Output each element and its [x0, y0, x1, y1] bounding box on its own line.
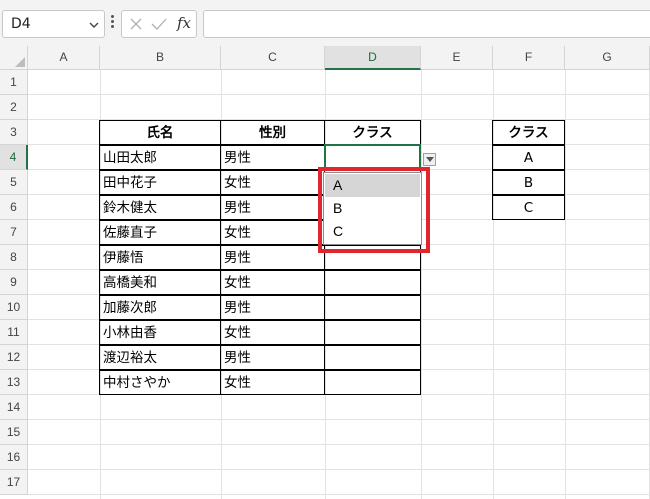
column-header-b[interactable]: B	[100, 46, 221, 70]
header-name[interactable]: 氏名	[99, 120, 221, 145]
row-header-17[interactable]: 17	[0, 470, 28, 495]
class-list-item[interactable]: A	[492, 145, 565, 170]
gender-cell[interactable]: 男性	[220, 195, 325, 220]
row-header-7[interactable]: 7	[0, 220, 28, 245]
row-header-12[interactable]: 12	[0, 345, 28, 370]
column-header-d[interactable]: D	[325, 46, 421, 70]
row-header-6[interactable]: 6	[0, 195, 28, 220]
name-cell[interactable]: 加藤次郎	[99, 295, 221, 320]
gender-cell[interactable]: 男性	[220, 145, 325, 170]
name-cell[interactable]: 田中花子	[99, 170, 221, 195]
cancel-icon[interactable]	[129, 17, 143, 31]
chevron-down-icon[interactable]	[88, 19, 100, 31]
column-header-e[interactable]: E	[421, 46, 493, 70]
class-cell[interactable]	[324, 320, 421, 345]
name-box-value: D4	[11, 16, 31, 32]
dropdown-arrow-button[interactable]	[423, 153, 436, 166]
red-highlight-box	[318, 167, 430, 253]
name-cell[interactable]: 中村さやか	[99, 370, 221, 395]
gender-cell[interactable]: 女性	[220, 320, 325, 345]
class-list-item[interactable]: C	[492, 195, 565, 220]
name-cell[interactable]: 伊藤悟	[99, 245, 221, 270]
header-class[interactable]: クラス	[324, 120, 421, 145]
gender-cell[interactable]: 女性	[220, 170, 325, 195]
class-list-item[interactable]: B	[492, 170, 565, 195]
column-header-g[interactable]: G	[565, 46, 650, 70]
row-header-5[interactable]: 5	[0, 170, 28, 195]
class-cell[interactable]	[324, 370, 421, 395]
more-options-icon[interactable]	[111, 13, 115, 33]
gender-cell[interactable]: 男性	[220, 345, 325, 370]
gender-cell[interactable]: 女性	[220, 220, 325, 245]
name-box[interactable]: D4	[2, 10, 105, 38]
row-header-3[interactable]: 3	[0, 120, 28, 145]
name-cell[interactable]: 小林由香	[99, 320, 221, 345]
column-header-a[interactable]: A	[28, 46, 100, 70]
gender-cell[interactable]: 男性	[220, 295, 325, 320]
check-icon[interactable]	[151, 17, 167, 31]
column-header-c[interactable]: C	[221, 46, 325, 70]
name-cell[interactable]: 山田太郎	[99, 145, 221, 170]
row-header-8[interactable]: 8	[0, 245, 28, 270]
class-cell[interactable]	[324, 345, 421, 370]
gender-cell[interactable]: 女性	[220, 370, 325, 395]
row-header-16[interactable]: 16	[0, 445, 28, 470]
select-all-triangle-icon	[15, 57, 25, 67]
name-cell[interactable]: 渡辺裕太	[99, 345, 221, 370]
select-all-button[interactable]	[0, 46, 28, 70]
name-cell[interactable]: 鈴木健太	[99, 195, 221, 220]
row-header-2[interactable]: 2	[0, 95, 28, 120]
class-cell[interactable]	[324, 270, 421, 295]
row-header-9[interactable]: 9	[0, 270, 28, 295]
header-gender[interactable]: 性別	[220, 120, 325, 145]
formula-input[interactable]	[203, 10, 650, 38]
row-header-4[interactable]: 4	[0, 145, 28, 170]
row-header-13[interactable]: 13	[0, 370, 28, 395]
row-header-1[interactable]: 1	[0, 70, 28, 95]
gender-cell[interactable]: 女性	[220, 270, 325, 295]
row-header-10[interactable]: 10	[0, 295, 28, 320]
class-list-header[interactable]: クラス	[492, 120, 565, 145]
formula-actions: fx	[121, 10, 197, 38]
insert-function-icon[interactable]: fx	[177, 14, 191, 32]
column-header-f[interactable]: F	[493, 46, 565, 70]
row-header-11[interactable]: 11	[0, 320, 28, 345]
row-header-14[interactable]: 14	[0, 395, 28, 420]
row-header-15[interactable]: 15	[0, 420, 28, 445]
gender-cell[interactable]: 男性	[220, 245, 325, 270]
name-cell[interactable]: 佐藤直子	[99, 220, 221, 245]
class-cell[interactable]	[324, 295, 421, 320]
name-cell[interactable]: 高橋美和	[99, 270, 221, 295]
formula-bar: D4 fx	[0, 0, 650, 46]
dropdown-arrow-icon	[426, 157, 434, 162]
